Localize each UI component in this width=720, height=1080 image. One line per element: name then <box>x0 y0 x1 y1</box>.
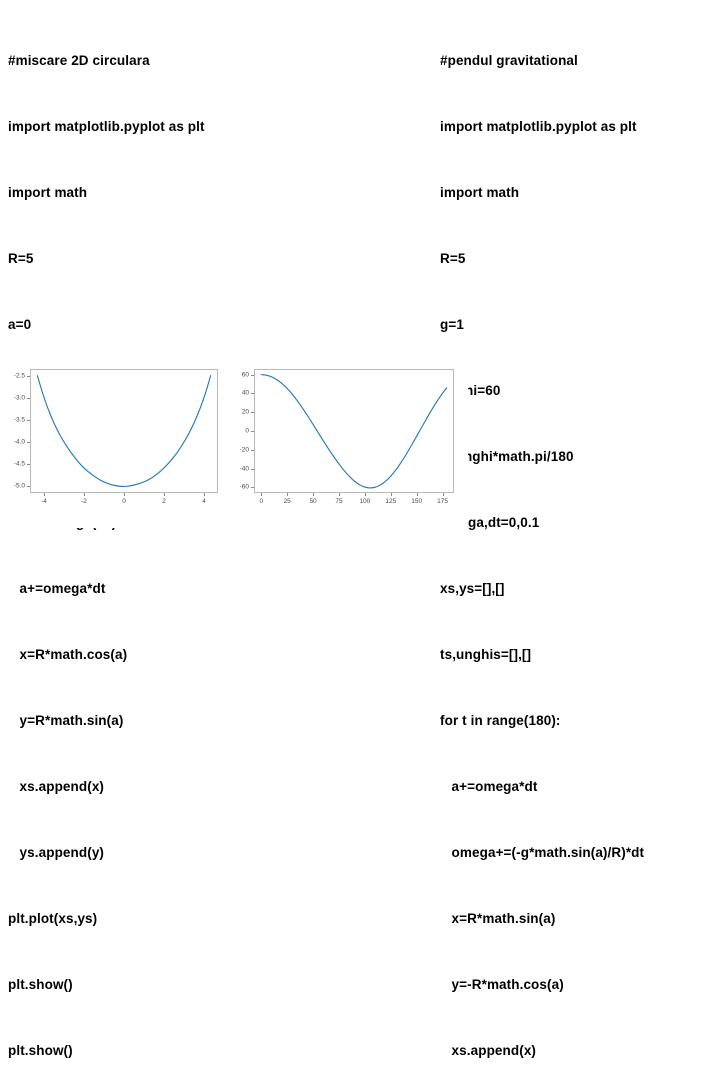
code-line: x=R*math.sin(a) <box>440 911 556 926</box>
y-tick-mark <box>27 464 30 466</box>
x-tick-mark <box>124 493 125 496</box>
y-tick-label: -2.5 <box>13 372 25 380</box>
x-tick-label: 4 <box>202 498 206 505</box>
x-tick-label: 150 <box>411 498 423 505</box>
x-tick-mark <box>261 493 263 496</box>
x-tick-mark <box>416 493 418 496</box>
code-line: xs.append(x) <box>8 779 105 794</box>
x-tick-label: -2 <box>81 498 87 505</box>
code-line: a=unghi*math.pi/180 <box>440 449 574 464</box>
code-block-circular-motion: #miscare 2D circulara import matplotlib.… <box>8 6 428 1080</box>
data-series-line <box>260 374 448 489</box>
code-line: plt.show() <box>8 977 73 992</box>
x-tick-label: 175 <box>437 498 449 505</box>
code-line: ys.append(y) <box>8 845 105 860</box>
x-tick-mark <box>84 493 85 496</box>
x-tick-label: 125 <box>385 498 397 505</box>
x-tick-label: 25 <box>283 498 291 505</box>
code-block-gravitational-pendulum: #pendul gravitational import matplotlib.… <box>440 6 718 1080</box>
code-line: xs.append(x) <box>440 1043 537 1058</box>
x-tick-mark <box>204 493 205 496</box>
x-tick-mark <box>390 493 392 496</box>
code-line: ts,unghis=[],[] <box>440 647 532 662</box>
code-line: y=R*math.sin(a) <box>8 713 124 728</box>
code-line: import math <box>8 185 88 200</box>
y-tick-label: -3.0 <box>13 394 25 402</box>
y-tick-mark <box>251 487 254 489</box>
x-tick-label: 0 <box>259 498 264 505</box>
x-tick-mark <box>164 493 165 496</box>
code-line: unghi=60 <box>440 383 501 398</box>
code-line: import math <box>440 185 520 200</box>
y-tick-mark <box>251 431 254 432</box>
code-line: import matplotlib.pyplot as plt <box>440 119 637 134</box>
y-tick-mark <box>27 419 30 421</box>
y-tick-label: -20 <box>239 446 249 454</box>
code-line: omega,dt=0,0.1 <box>440 515 540 530</box>
y-tick-label: 0 <box>245 427 249 435</box>
plot-curve-trajectory <box>36 375 212 487</box>
code-line: omega+=(-g*math.sin(a)/R)*dt <box>440 845 645 860</box>
x-tick-label: 0 <box>122 498 126 505</box>
code-line: for t in range(180): <box>440 713 561 728</box>
y-tick-label: 60 <box>241 371 249 379</box>
x-tick-mark <box>44 493 45 496</box>
y-tick-mark <box>251 393 254 395</box>
matplotlib-figure-angle: -60 -40 -20 0 20 40 60 0 25 50 75 100 125 150 175 <box>232 358 468 528</box>
x-tick-label: 2 <box>162 498 166 505</box>
y-tick-label: -4.0 <box>13 438 25 446</box>
code-line: x=R*math.cos(a) <box>8 647 128 662</box>
code-line: a=0 <box>8 317 32 332</box>
y-tick-mark <box>27 486 30 488</box>
data-series-line <box>36 375 212 487</box>
y-tick-mark <box>251 412 254 414</box>
code-line: R=5 <box>8 251 34 266</box>
code-line: #miscare 2D circulara <box>8 53 150 68</box>
x-tick-mark <box>442 493 444 496</box>
code-line: R=5 <box>440 251 466 266</box>
plot-curve-angle <box>260 374 448 489</box>
y-tick-mark <box>27 397 30 399</box>
code-line: g=1 <box>440 317 464 332</box>
slide-canvas: #miscare 2D circulara import matplotlib.… <box>0 0 720 1058</box>
code-line: import matplotlib.pyplot as plt <box>8 119 205 134</box>
y-tick-mark <box>27 442 30 444</box>
code-line: xs,ys=[],[] <box>440 581 505 596</box>
matplotlib-figure-trajectory: -5.0 -4.5 -4.0 -3.5 -3.0 -2.5 -4 -2 0 2 4 <box>2 358 230 528</box>
code-line: a+=omega*dt <box>8 581 106 596</box>
x-tick-label: 100 <box>359 498 371 505</box>
y-tick-label: 40 <box>241 389 249 397</box>
y-tick-mark <box>251 449 254 451</box>
x-tick-label: 75 <box>335 498 343 505</box>
y-tick-label: -4.5 <box>13 460 25 468</box>
y-tick-label: -60 <box>239 483 249 491</box>
code-line: a+=omega*dt <box>440 779 538 794</box>
y-tick-mark <box>27 375 30 377</box>
code-line: #pendul gravitational <box>440 53 578 68</box>
y-tick-mark <box>251 468 254 470</box>
x-tick-mark <box>338 493 340 496</box>
code-line: plt.show() <box>8 1043 73 1058</box>
y-tick-mark <box>251 374 254 376</box>
x-tick-mark <box>313 493 315 496</box>
x-tick-label: -4 <box>41 498 47 505</box>
y-tick-label: -40 <box>239 465 249 473</box>
x-tick-mark <box>287 493 289 496</box>
code-line: y=-R*math.cos(a) <box>440 977 564 992</box>
y-tick-label: -3.5 <box>13 416 25 424</box>
x-tick-mark <box>364 493 366 496</box>
code-line: plt.plot(xs,ys) <box>8 911 98 926</box>
y-tick-label: -5.0 <box>13 482 25 490</box>
x-tick-label: 50 <box>309 498 317 505</box>
y-tick-label: 20 <box>241 408 249 416</box>
